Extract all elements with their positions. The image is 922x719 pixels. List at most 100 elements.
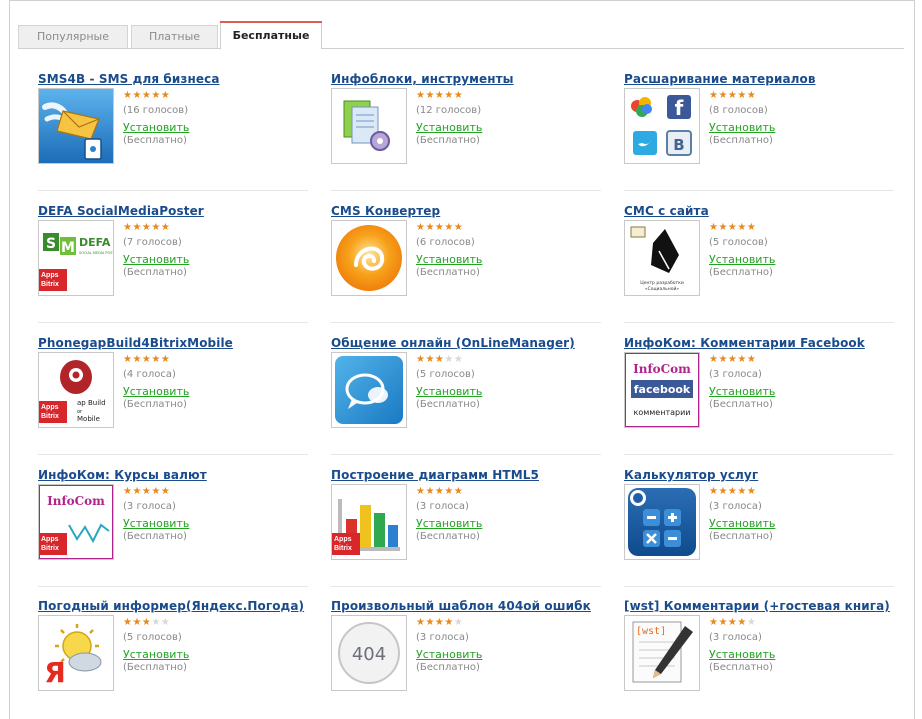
rating-stars: ★★★★★ (709, 222, 757, 233)
module-card: CMS Конвертер ★★★★★ (6 голосов) Установить(… (331, 204, 611, 322)
install-link[interactable]: Установить (123, 648, 189, 661)
documents-gear-icon[interactable] (331, 88, 407, 164)
price-label: (Бесплатно) (709, 531, 773, 542)
bitrix-apps-badge: Apps Bitrix (39, 401, 67, 423)
module-title-link[interactable]: Инфоблоки, инструменты (331, 72, 514, 86)
bar-chart-icon[interactable]: Apps Bitrix (331, 484, 407, 560)
votes-count: (3 голоса) (416, 501, 469, 512)
bitrix-apps-badge: Apps Bitrix (332, 533, 360, 555)
tab-popular[interactable]: Популярные (18, 25, 128, 48)
row-separator (38, 322, 308, 323)
error-404-icon[interactable]: 404 (331, 615, 407, 691)
svg-text:InfoCom: InfoCom (633, 362, 691, 376)
install-link[interactable]: Установить (123, 253, 189, 266)
price-label: (Бесплатно) (123, 662, 187, 673)
svg-text:Центр разработки: Центр разработки (640, 280, 684, 286)
svg-text:«Социальной»: «Социальной» (645, 285, 680, 292)
row-separator (624, 190, 894, 191)
module-title-link[interactable]: Калькулятор услуг (624, 468, 758, 482)
bitrix-apps-badge: Apps Bitrix (39, 533, 67, 555)
svg-text:404: 404 (352, 644, 386, 665)
price-label: (Бесплатно) (709, 399, 773, 410)
svg-text:ap Build: ap Build (77, 399, 106, 407)
module-title-link[interactable]: [wst] Комментарии (+гостевая книга) (624, 599, 890, 613)
install-link[interactable]: Установить (709, 385, 775, 398)
module-card: Произвольный шаблон 404ой ошибк 404 ★★★★★ (… (331, 599, 611, 717)
install-link[interactable]: Установить (416, 121, 482, 134)
row-separator (624, 322, 894, 323)
svg-text:facebook: facebook (634, 383, 691, 396)
module-title-link[interactable]: SMS4B - SMS для бизнеса (38, 72, 220, 86)
module-title-link[interactable]: Произвольный шаблон 404ой ошибк (331, 599, 591, 613)
module-title-link[interactable]: Построение диаграмм HTML5 (331, 468, 539, 482)
votes-count: (5 голосов) (123, 632, 182, 643)
votes-count: (16 голосов) (123, 105, 189, 116)
infocom-facebook-icon[interactable]: InfoCom facebook комментарии (624, 352, 700, 428)
module-title-link[interactable]: DEFA SocialMediaPoster (38, 204, 204, 218)
row-separator (331, 586, 601, 587)
rating-stars: ★★★★★ (416, 90, 464, 101)
rating-stars: ★★★★★ (123, 617, 171, 628)
module-card: СМС с сайта Центр разработки «Социальной» ★… (624, 204, 904, 322)
module-title-link[interactable]: СМС с сайта (624, 204, 709, 218)
svg-text:InfoCom: InfoCom (47, 494, 105, 508)
install-link[interactable]: Установить (416, 517, 482, 530)
votes-count: (12 голосов) (416, 105, 482, 116)
price-label: (Бесплатно) (416, 531, 480, 542)
rating-stars: ★★★★★ (123, 354, 171, 365)
phonegap-robot-icon[interactable]: ap Build or Mobile Apps Bitrix (38, 352, 114, 428)
svg-text:f: f (675, 96, 684, 120)
module-card: Инфоблоки, инструменты ★★★★★ (12 голосов) У… (331, 72, 611, 190)
rating-stars: ★★★★★ (416, 617, 464, 628)
rating-stars: ★★★★★ (416, 486, 464, 497)
defa-logo-icon[interactable]: SM DEFA SOCIAL MEDIA POSTER AppsBitrix (38, 220, 114, 296)
tab-paid[interactable]: Платные (131, 25, 218, 48)
install-link[interactable]: Установить (709, 253, 775, 266)
install-link[interactable]: Установить (709, 648, 775, 661)
price-label: (Бесплатно) (123, 267, 187, 278)
votes-count: (5 голосов) (709, 237, 768, 248)
svg-text:M: M (61, 240, 75, 256)
tab-free[interactable]: Бесплатные (220, 21, 322, 49)
module-title-link[interactable]: CMS Конвертер (331, 204, 440, 218)
module-title-link[interactable]: ИнфоКом: Курсы валют (38, 468, 207, 482)
install-link[interactable]: Установить (416, 253, 482, 266)
bitrix-apps-badge: Apps Bitrix (39, 269, 67, 291)
module-card: PhonegapBuild4BitrixMobile ap Build or Mobi… (38, 336, 318, 454)
module-card: Погодный информер(Яндекс.Погода) Я ★★★★★ (5… (38, 599, 318, 717)
module-title-link[interactable]: Общение онлайн (OnLineManager) (331, 336, 575, 350)
rating-stars: ★★★★★ (123, 486, 171, 497)
svg-text:B: B (673, 136, 684, 154)
row-separator (38, 454, 308, 455)
install-link[interactable]: Установить (123, 385, 189, 398)
module-title-link[interactable]: PhonegapBuild4BitrixMobile (38, 336, 233, 350)
install-link[interactable]: Установить (123, 517, 189, 530)
svg-text:комментарии: комментарии (634, 408, 691, 417)
install-link[interactable]: Установить (416, 385, 482, 398)
weather-sun-cloud-icon[interactable]: Я (38, 615, 114, 691)
install-link[interactable]: Установить (709, 121, 775, 134)
orange-swirl-icon[interactable] (331, 220, 407, 296)
install-link[interactable]: Установить (709, 517, 775, 530)
chat-bubbles-icon[interactable] (331, 352, 407, 428)
rating-stars: ★★★★★ (416, 222, 464, 233)
module-card: Построение диаграмм HTML5 Apps Bitrix ★★★★★… (331, 468, 611, 586)
votes-count: (7 голосов) (123, 237, 182, 248)
install-link[interactable]: Установить (416, 648, 482, 661)
infocom-rates-icon[interactable]: InfoCom Apps Bitrix (38, 484, 114, 560)
social-networks-icon[interactable]: fB (624, 88, 700, 164)
module-title-link[interactable]: Погодный информер(Яндекс.Погода) (38, 599, 304, 613)
module-title-link[interactable]: ИнфоКом: Комментарии Facebook (624, 336, 865, 350)
module-card: Общение онлайн (OnLineManager) ★★★★★ (5 го… (331, 336, 611, 454)
install-link[interactable]: Установить (123, 121, 189, 134)
notepad-pencil-icon[interactable]: [wst] (624, 615, 700, 691)
module-title-link[interactable]: Расшаривание материалов (624, 72, 816, 86)
price-label: (Бесплатно) (709, 662, 773, 673)
envelope-bird-icon[interactable] (38, 88, 114, 164)
svg-text:DEFA: DEFA (79, 236, 111, 249)
rating-stars: ★★★★★ (709, 354, 757, 365)
votes-count: (3 голоса) (416, 632, 469, 643)
pen-nib-icon[interactable]: Центр разработки «Социальной» (624, 220, 700, 296)
module-card: Калькулятор услуг ★★★★★ (3 голоса) Установи… (624, 468, 904, 586)
calculator-icon[interactable] (624, 484, 700, 560)
